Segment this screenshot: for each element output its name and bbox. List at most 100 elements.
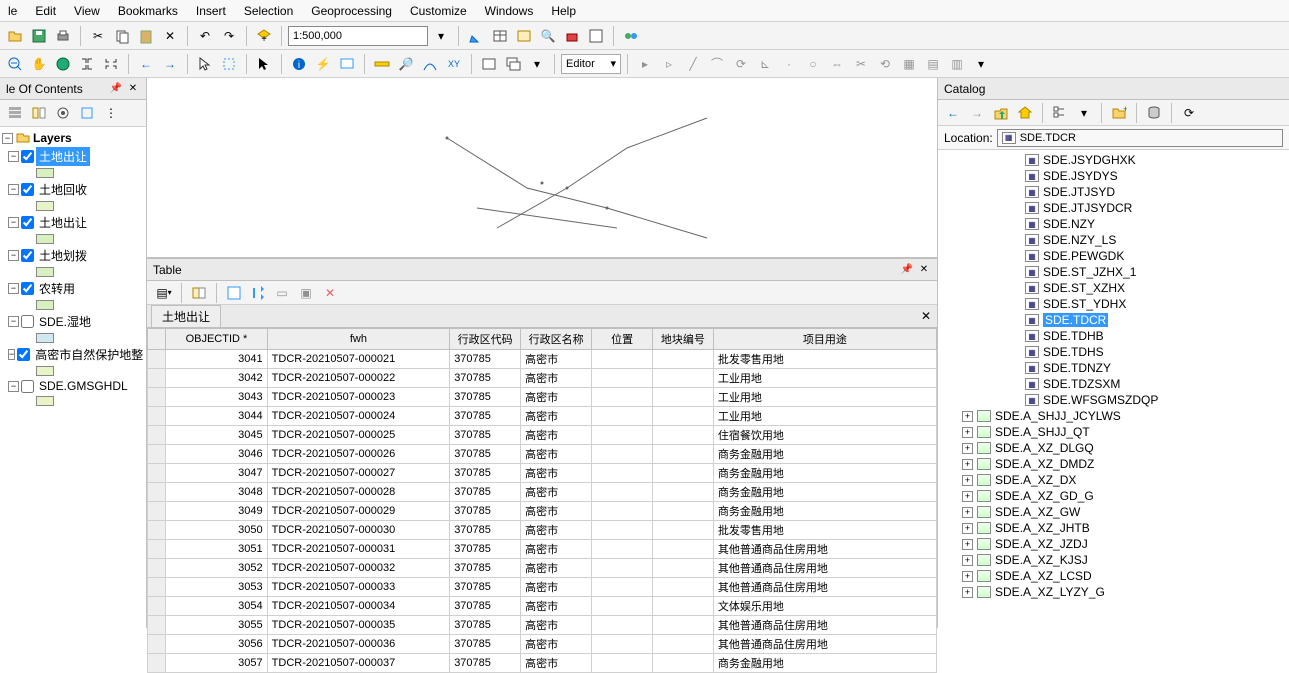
end-point-icon[interactable]: ○	[802, 53, 824, 75]
cell-block[interactable]	[653, 597, 714, 616]
close-icon[interactable]: ✕	[126, 82, 140, 96]
select-elements-icon[interactable]	[253, 53, 275, 75]
goto-xy-icon[interactable]: XY	[443, 53, 465, 75]
map-scale-input[interactable]	[288, 26, 428, 46]
collapse-icon[interactable]: −	[8, 381, 19, 392]
cell-objectid[interactable]: 3043	[166, 388, 267, 407]
fixed-zoom-out-icon[interactable]	[100, 53, 122, 75]
cell-position[interactable]	[592, 654, 653, 673]
clear-selection-icon[interactable]: ▭	[271, 282, 293, 304]
cell-position[interactable]	[592, 578, 653, 597]
cell-block[interactable]	[653, 635, 714, 654]
trace-icon[interactable]: ⟳	[730, 53, 752, 75]
cell-usage[interactable]: 批发零售用地	[713, 350, 936, 369]
cell-position[interactable]	[592, 597, 653, 616]
catalog-item[interactable]: ▦SDE.TDHB	[1008, 328, 1289, 344]
cell-position[interactable]	[592, 407, 653, 426]
cell-position[interactable]	[592, 483, 653, 502]
cell-fwh[interactable]: TDCR-20210507-000032	[267, 559, 450, 578]
catalog-item[interactable]: +SDE.A_XZ_DX	[960, 472, 1289, 488]
collapse-icon[interactable]: −	[8, 316, 19, 327]
layer-symbol-swatch[interactable]	[36, 333, 54, 343]
cell-fwh[interactable]: TDCR-20210507-000021	[267, 350, 450, 369]
collapse-icon[interactable]: −	[8, 349, 15, 360]
toc-layer[interactable]: − 土地出让	[8, 213, 144, 232]
cell-block[interactable]	[653, 388, 714, 407]
table-row[interactable]: 3051 TDCR-20210507-000031 370785 高密市 其他普…	[148, 540, 937, 559]
catalog-item[interactable]: ▦SDE.TDNZY	[1008, 360, 1289, 376]
row-selector[interactable]	[148, 388, 166, 407]
cell-admin-code[interactable]: 370785	[450, 388, 521, 407]
cell-block[interactable]	[653, 464, 714, 483]
menu-windows[interactable]: Windows	[485, 4, 534, 18]
catalog-item[interactable]: +SDE.A_XZ_DLGQ	[960, 440, 1289, 456]
menu-bookmarks[interactable]: Bookmarks	[118, 4, 178, 18]
cell-admin-code[interactable]: 370785	[450, 502, 521, 521]
delete-selected-icon[interactable]: ✕	[319, 282, 341, 304]
cell-usage[interactable]: 其他普通商品住房用地	[713, 616, 936, 635]
expand-icon[interactable]: +	[962, 555, 973, 566]
catalog-item[interactable]: ▦SDE.TDHS	[1008, 344, 1289, 360]
cell-block[interactable]	[653, 350, 714, 369]
cell-fwh[interactable]: TDCR-20210507-000031	[267, 540, 450, 559]
menu-view[interactable]: View	[74, 4, 100, 18]
cell-admin-code[interactable]: 370785	[450, 483, 521, 502]
row-selector[interactable]	[148, 578, 166, 597]
cell-fwh[interactable]: TDCR-20210507-000030	[267, 521, 450, 540]
cell-admin-code[interactable]: 370785	[450, 445, 521, 464]
identify-icon[interactable]: i	[288, 53, 310, 75]
cell-objectid[interactable]: 3048	[166, 483, 267, 502]
catalog-item[interactable]: ▦SDE.TDCR	[1008, 312, 1289, 328]
layer-label[interactable]: SDE.湿地	[36, 312, 94, 331]
catalog-item[interactable]: ▦SDE.PEWGDK	[1008, 248, 1289, 264]
refresh-icon[interactable]: ⟳	[1178, 102, 1200, 124]
pan-icon[interactable]: ✋	[28, 53, 50, 75]
catalog-item[interactable]: +SDE.A_SHJJ_QT	[960, 424, 1289, 440]
python-icon[interactable]	[585, 25, 607, 47]
catalog-item[interactable]: ▦SDE.JTJSYD	[1008, 184, 1289, 200]
cell-usage[interactable]: 商务金融用地	[713, 483, 936, 502]
cell-admin-name[interactable]: 高密市	[521, 578, 592, 597]
viewer-window-icon[interactable]	[502, 53, 524, 75]
edit-annotation-icon[interactable]: ▹	[658, 53, 680, 75]
cell-objectid[interactable]: 3050	[166, 521, 267, 540]
toc-layer[interactable]: − 土地出让	[8, 147, 144, 166]
html-popup-icon[interactable]	[336, 53, 358, 75]
catalog-item[interactable]: +SDE.A_XZ_KJSJ	[960, 552, 1289, 568]
cell-position[interactable]	[592, 559, 653, 578]
cell-admin-code[interactable]: 370785	[450, 464, 521, 483]
expand-icon[interactable]: +	[962, 427, 973, 438]
collapse-icon[interactable]: −	[8, 250, 19, 261]
collapse-icon[interactable]: −	[8, 283, 19, 294]
row-selector[interactable]	[148, 635, 166, 654]
expand-icon[interactable]: +	[962, 523, 973, 534]
table-tab[interactable]: 土地出让	[151, 305, 221, 327]
cell-usage[interactable]: 工业用地	[713, 388, 936, 407]
cell-admin-name[interactable]: 高密市	[521, 483, 592, 502]
pin-icon[interactable]: 📌	[109, 82, 123, 96]
catalog-item[interactable]: ▦SDE.JSYDYS	[1008, 168, 1289, 184]
cell-admin-name[interactable]: 高密市	[521, 464, 592, 483]
toc-layer[interactable]: − 高密市自然保护地整	[8, 345, 144, 364]
cell-admin-name[interactable]: 高密市	[521, 597, 592, 616]
cell-admin-code[interactable]: 370785	[450, 521, 521, 540]
open-icon[interactable]	[4, 25, 26, 47]
list-by-drawing-order-icon[interactable]	[4, 102, 26, 124]
cell-fwh[interactable]: TDCR-20210507-000027	[267, 464, 450, 483]
menu-geoprocessing[interactable]: Geoprocessing	[311, 4, 392, 18]
catalog-item[interactable]: ▦SDE.NZY_LS	[1008, 232, 1289, 248]
paste-icon[interactable]	[135, 25, 157, 47]
cell-admin-name[interactable]: 高密市	[521, 654, 592, 673]
menu-selection[interactable]: Selection	[244, 4, 293, 18]
layers-root[interactable]: − Layers	[2, 131, 144, 145]
layer-symbol-swatch[interactable]	[36, 168, 54, 178]
cell-admin-code[interactable]: 370785	[450, 369, 521, 388]
cell-admin-code[interactable]: 370785	[450, 426, 521, 445]
cell-usage[interactable]: 商务金融用地	[713, 502, 936, 521]
catalog-item[interactable]: ▦SDE.TDZSXM	[1008, 376, 1289, 392]
cell-objectid[interactable]: 3045	[166, 426, 267, 445]
catalog-item[interactable]: ▦SDE.WFSGMSZDQP	[1008, 392, 1289, 408]
catalog-item[interactable]: ▦SDE.ST_XZHX	[1008, 280, 1289, 296]
list-by-selection-icon[interactable]	[76, 102, 98, 124]
connect-folder-icon[interactable]: +	[1108, 102, 1130, 124]
